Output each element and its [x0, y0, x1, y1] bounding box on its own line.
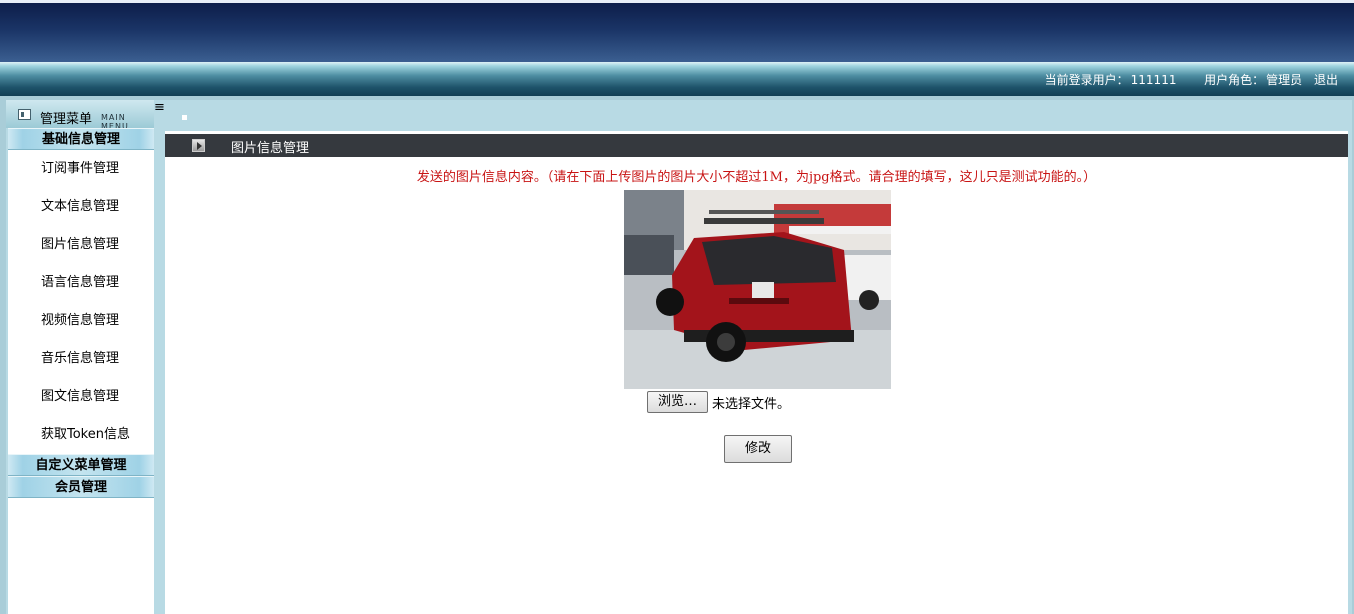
top-banner [0, 0, 1354, 62]
current-user: 111111 [1130, 73, 1177, 87]
no-file-text: 未选择文件。 [712, 396, 791, 412]
section-custom-menu[interactable]: 自定义菜单管理 [8, 454, 154, 476]
content-header: 图片信息管理 [165, 134, 1348, 157]
current-user-label: 当前登录用户： [1044, 73, 1129, 87]
content-title: 图片信息管理 [231, 141, 310, 156]
sidebar-list: 订阅事件管理 文本信息管理 图片信息管理 语言信息管理 视频信息管理 音乐信息管… [8, 150, 154, 454]
sidebar-item-text-info[interactable]: 文本信息管理 [8, 188, 154, 226]
sidebar-item-voice-info[interactable]: 语言信息管理 [8, 264, 154, 302]
modify-button[interactable]: 修改 [724, 435, 792, 463]
sidebar: 基础信息管理 订阅事件管理 文本信息管理 图片信息管理 语言信息管理 视频信息管… [8, 128, 154, 614]
uploaded-image-preview [624, 190, 891, 389]
role-label: 用户角色： [1204, 73, 1265, 87]
section-basic-info[interactable]: 基础信息管理 [8, 128, 154, 150]
sidebar-item-image-info[interactable]: 图片信息管理 [8, 226, 154, 264]
sidebar-item-subscribe-events[interactable]: 订阅事件管理 [8, 150, 154, 188]
menu-header: 管理菜单 MAIN MENU [6, 100, 154, 131]
sidebar-item-music-info[interactable]: 音乐信息管理 [8, 340, 154, 378]
small-square-icon [182, 115, 187, 120]
car-photo [624, 190, 891, 389]
user-info: 当前登录用户： 111111 用户角色： 管理员 退出 [1043, 72, 1338, 88]
sidebar-item-news-info[interactable]: 图文信息管理 [8, 378, 154, 416]
sidebar-item-get-token[interactable]: 获取Token信息 [8, 416, 154, 454]
file-upload: 浏览… 未选择文件。 [647, 391, 790, 413]
upload-notice: 发送的图片信息内容。（请在下面上传图片的图片大小不超过1M，为jpg格式。请合理… [416, 170, 1097, 185]
collapse-lines-icon[interactable]: ≡ [154, 100, 166, 116]
sidebar-item-video-info[interactable]: 视频信息管理 [8, 302, 154, 340]
play-arrow-icon [192, 139, 205, 152]
menu-panel-icon [18, 109, 31, 120]
logout-link[interactable]: 退出 [1314, 73, 1338, 87]
content-panel: 图片信息管理 发送的图片信息内容。（请在下面上传图片的图片大小不超过1M，为jp… [165, 131, 1348, 614]
menu-title: 管理菜单 [40, 112, 93, 127]
browse-button[interactable]: 浏览… [647, 391, 708, 413]
role: 管理员 [1266, 73, 1303, 87]
section-members[interactable]: 会员管理 [8, 476, 154, 498]
main-frame: 管理菜单 MAIN MENU ≡ 基础信息管理 订阅事件管理 文本信息管理 图片… [6, 100, 1352, 614]
